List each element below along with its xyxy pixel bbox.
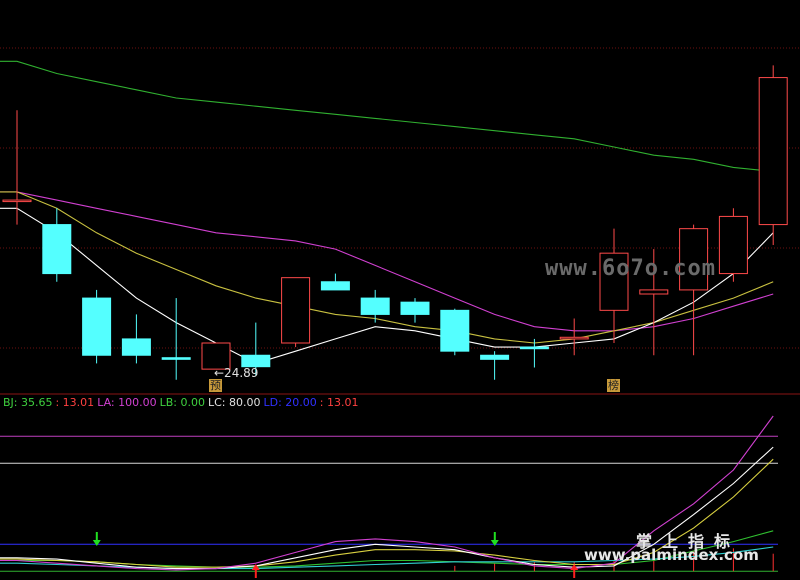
legend-item: LA: 100.00 bbox=[97, 396, 157, 409]
watermark-top: www.6o7o.com bbox=[545, 256, 716, 281]
candle-down bbox=[42, 224, 72, 275]
marker-bang: 榜 bbox=[607, 379, 620, 392]
candle-up bbox=[758, 77, 788, 226]
chart-canvas bbox=[0, 47, 800, 578]
signal-down-arrow-head bbox=[92, 540, 101, 546]
ma-long-line bbox=[0, 60, 774, 173]
candle-down bbox=[82, 297, 112, 356]
low-price-label: ←24.89 bbox=[214, 366, 259, 380]
candle-down bbox=[360, 297, 390, 315]
legend-item: : 13.01 bbox=[55, 396, 95, 409]
legend-item: LB: 0.00 bbox=[159, 396, 205, 409]
candle-up bbox=[639, 289, 669, 295]
candle-down bbox=[121, 338, 151, 356]
candle-up bbox=[559, 336, 589, 340]
marker-yu: 预 bbox=[209, 379, 222, 392]
legend-item: LC: 80.00 bbox=[207, 396, 261, 409]
legend-item: : 13.01 bbox=[319, 396, 359, 409]
candle-down bbox=[320, 281, 350, 291]
legend-item: LD: 20.00 bbox=[263, 396, 317, 409]
legend-item: BJ: 35.65 bbox=[3, 396, 53, 409]
candle-up bbox=[281, 277, 311, 344]
candle-down bbox=[519, 346, 549, 350]
indicator-legend: BJ: 35.65: 13.01 LA: 100.00 LB: 0.00 LC: 80… bbox=[3, 396, 361, 409]
candle-down bbox=[400, 301, 430, 315]
candle-down bbox=[161, 357, 191, 360]
candle-up bbox=[2, 199, 32, 203]
signal-down-arrow-head bbox=[490, 540, 499, 546]
candle-down bbox=[440, 309, 470, 352]
ma-short-line bbox=[0, 207, 774, 364]
watermark-url: www.palmindex.com bbox=[584, 546, 759, 564]
candle-down bbox=[480, 354, 510, 360]
candle-up bbox=[718, 215, 748, 275]
candle-down bbox=[241, 354, 271, 368]
